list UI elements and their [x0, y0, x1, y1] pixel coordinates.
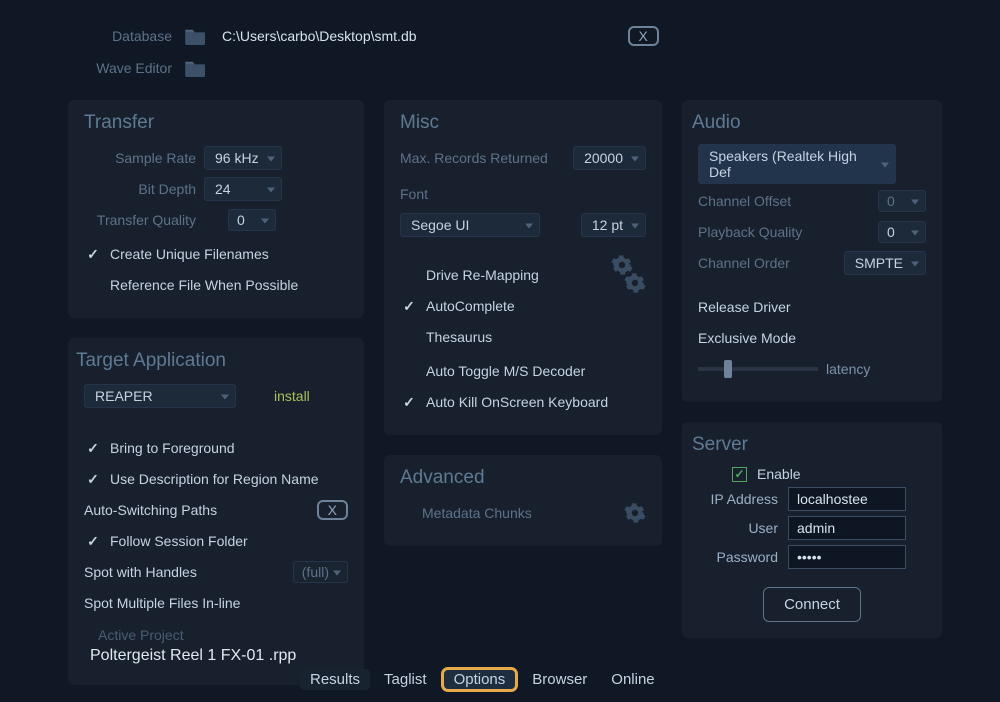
create-unique-option[interactable]: Create Unique Filenames: [110, 246, 269, 262]
target-app-dropdown[interactable]: REAPER: [84, 384, 236, 408]
auto-switching-option[interactable]: Auto-Switching Paths: [84, 502, 217, 518]
channel-offset-dropdown[interactable]: 0: [878, 190, 926, 212]
gear-icon[interactable]: [606, 254, 646, 294]
auto-toggle-ms-option[interactable]: Auto Toggle M/S Decoder: [426, 363, 585, 379]
connect-button[interactable]: Connect: [763, 587, 861, 622]
panel-title-transfer: Transfer: [84, 112, 348, 134]
panel-title-target: Target Application: [76, 350, 348, 372]
auto-switch-key-x[interactable]: X: [317, 500, 348, 520]
server-panel: Server ✓ Enable IP Address User Password…: [682, 422, 942, 638]
check-icon[interactable]: ✓: [84, 440, 102, 457]
bit-depth-label: Bit Depth: [84, 181, 196, 197]
transfer-panel: Transfer Sample Rate 96 kHz Bit Depth 24…: [68, 100, 364, 318]
wave-editor-label: Wave Editor: [80, 60, 172, 76]
folder-icon[interactable]: [184, 27, 208, 45]
channel-order-label: Channel Order: [698, 255, 790, 271]
tab-taglist[interactable]: Taglist: [374, 669, 437, 690]
autocomplete-option[interactable]: AutoComplete: [426, 298, 515, 314]
thesaurus-option[interactable]: Thesaurus: [426, 329, 492, 345]
max-records-label: Max. Records Returned: [400, 150, 548, 166]
max-records-dropdown[interactable]: 20000: [573, 146, 646, 170]
tab-results[interactable]: Results: [300, 669, 370, 690]
check-icon[interactable]: ✓: [84, 533, 102, 550]
database-label: Database: [80, 28, 172, 44]
folder-icon[interactable]: [184, 59, 208, 77]
sample-rate-label: Sample Rate: [84, 150, 196, 166]
tab-online[interactable]: Online: [601, 669, 664, 690]
bottom-tabs: Results Taglist Options Browser Online: [300, 667, 665, 692]
active-project: Poltergeist Reel 1 FX-01 .rpp: [90, 647, 348, 665]
panel-title-audio: Audio: [692, 112, 926, 134]
active-project-label: Active Project: [98, 627, 348, 643]
playback-quality-dropdown[interactable]: 0: [878, 221, 926, 243]
auto-kill-kb-option[interactable]: Auto Kill OnScreen Keyboard: [426, 394, 608, 410]
wave-editor-key-x[interactable]: X: [628, 26, 659, 46]
gear-icon[interactable]: [624, 502, 646, 524]
bring-foreground-option[interactable]: Bring to Foreground: [110, 440, 235, 456]
install-link[interactable]: install: [274, 388, 310, 404]
password-input[interactable]: [788, 545, 906, 569]
reference-file-option[interactable]: Reference File When Possible: [110, 277, 298, 293]
latency-label: latency: [826, 361, 870, 377]
spot-handles-option[interactable]: Spot with Handles: [84, 564, 197, 580]
misc-panel: Misc Max. Records Returned 20000 Font Se…: [384, 100, 662, 435]
ip-input[interactable]: [788, 487, 906, 511]
playback-quality-label: Playback Quality: [698, 224, 802, 240]
spot-handles-dropdown[interactable]: (full): [293, 561, 348, 583]
check-icon[interactable]: ✓: [400, 394, 418, 411]
sample-rate-dropdown[interactable]: 96 kHz: [204, 146, 282, 170]
bit-depth-dropdown[interactable]: 24: [204, 177, 282, 201]
database-path: C:\Users\carbo\Desktop\smt.db: [222, 28, 417, 44]
audio-panel: Audio Speakers (Realtek High Def Channel…: [682, 100, 942, 402]
font-label: Font: [400, 186, 428, 202]
metadata-chunks-option[interactable]: Metadata Chunks: [422, 505, 532, 521]
spot-multi-option[interactable]: Spot Multiple Files In-line: [84, 595, 240, 611]
panel-title-server: Server: [692, 434, 926, 456]
latency-slider[interactable]: [698, 367, 818, 371]
channel-offset-label: Channel Offset: [698, 193, 791, 209]
target-app-panel: Target Application REAPER install ✓ Brin…: [68, 338, 364, 685]
check-icon[interactable]: ✓: [84, 471, 102, 488]
exclusive-mode-option[interactable]: Exclusive Mode: [698, 330, 796, 346]
check-icon[interactable]: ✓: [84, 246, 102, 263]
audio-device-dropdown[interactable]: Speakers (Realtek High Def: [698, 144, 896, 184]
panel-title-misc: Misc: [400, 112, 646, 134]
tab-browser[interactable]: Browser: [522, 669, 597, 690]
ip-label: IP Address: [698, 491, 778, 507]
use-description-option[interactable]: Use Description for Region Name: [110, 471, 319, 487]
enable-label: Enable: [757, 466, 801, 482]
release-driver-option[interactable]: Release Driver: [698, 299, 791, 315]
tab-options[interactable]: Options: [441, 667, 519, 692]
channel-order-dropdown[interactable]: SMPTE: [844, 251, 926, 275]
font-size-dropdown[interactable]: 12 pt: [581, 213, 646, 237]
font-name-dropdown[interactable]: Segoe UI: [400, 213, 540, 237]
user-label: User: [698, 520, 778, 536]
advanced-panel: Advanced Metadata Chunks: [384, 455, 662, 546]
enable-checkbox[interactable]: ✓: [732, 467, 747, 482]
user-input[interactable]: [788, 516, 906, 540]
follow-session-option[interactable]: Follow Session Folder: [110, 533, 248, 549]
transfer-quality-dropdown[interactable]: 0: [228, 209, 276, 231]
check-icon[interactable]: ✓: [400, 298, 418, 315]
drive-remap-option[interactable]: Drive Re-Mapping: [426, 267, 539, 283]
password-label: Password: [698, 549, 778, 565]
transfer-quality-label: Transfer Quality: [84, 212, 196, 228]
panel-title-advanced: Advanced: [400, 467, 646, 489]
